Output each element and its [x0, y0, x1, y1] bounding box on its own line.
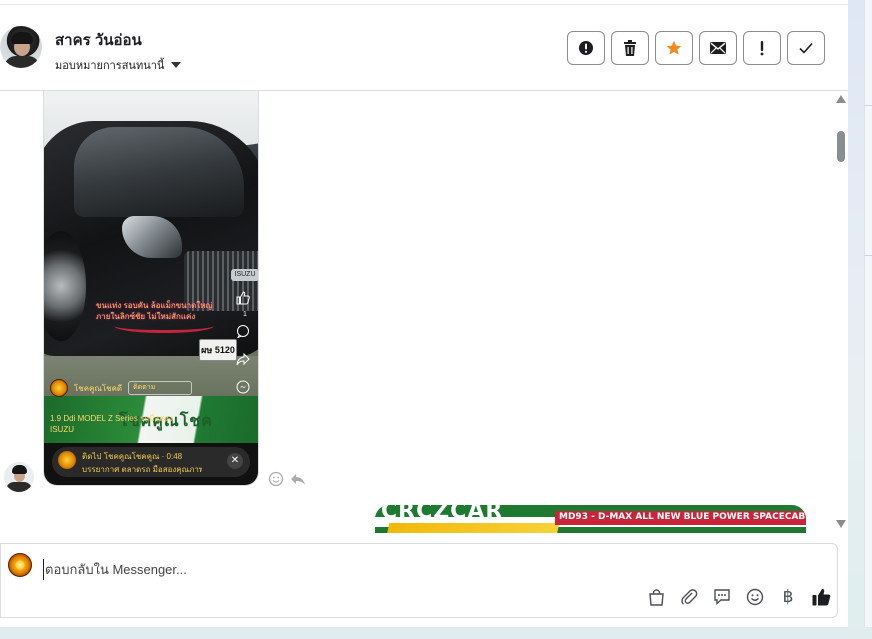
outgoing-image-attachment[interactable]: CRCZCAR MD93 - D-MAX ALL NEW BLUE POWER …	[375, 505, 806, 533]
page-avatar	[8, 553, 32, 577]
reply-icon[interactable]	[290, 471, 306, 487]
reel-page-name: โชคคูณโชคดี	[74, 383, 123, 393]
assign-conversation-dropdown[interactable]: มอบหมายการสนทนานี้	[55, 56, 182, 74]
composer-toolbar: ฿	[646, 587, 831, 607]
outgoing-image-model: MD93 - D-MAX ALL NEW BLUE POWER SPACECAB…	[559, 512, 806, 522]
envelope-icon	[710, 42, 726, 54]
right-side-panel	[848, 0, 872, 639]
scroll-thumb[interactable]	[837, 131, 845, 162]
mark-unread-button[interactable]	[699, 31, 737, 65]
page-logo-icon	[58, 451, 76, 469]
reel-description: 1.9 Ddi MODEL Z Series รถมือสอง ISUZU	[50, 414, 173, 434]
spam-button[interactable]	[567, 31, 605, 65]
header-actions	[567, 31, 825, 65]
reel-caption: ขนแท่ง รอบคัน ล้อแม็กขนาดใหญ่ ภายในลิกซ์…	[96, 301, 213, 321]
conversation-panel: สาคร วันอ่อน มอบหมายการสนทนานี้ ISUZU ผษ…	[0, 0, 848, 627]
right-panel-edge	[864, 0, 872, 627]
paperclip-icon[interactable]	[679, 587, 699, 607]
trash-icon	[624, 40, 636, 56]
follow-label: ติดตาม	[133, 384, 156, 391]
assign-label: มอบหมายการสนทนานี้	[55, 60, 165, 72]
right-panel-divider	[864, 105, 872, 106]
smiley-icon[interactable]	[268, 471, 284, 487]
star-button[interactable]	[655, 31, 693, 65]
follow-button: ติดตาม	[128, 381, 193, 395]
chat-bubble-icon[interactable]	[712, 587, 732, 607]
baht-icon[interactable]: ฿	[778, 587, 798, 607]
alert-circle-icon	[579, 41, 593, 55]
reel-side-actions: 1	[234, 291, 256, 408]
bottom-bar	[0, 627, 872, 639]
reel-page-row: โชคคูณโชคดี ติดตาม	[50, 379, 193, 397]
page-logo-icon	[50, 379, 68, 397]
reply-input[interactable]: ตอบกลับใน Messenger...	[43, 559, 187, 580]
shared-reel-attachment[interactable]: ISUZU ผษ 5120 ขนแท่ง รอบคัน ล้อแม็กขนาดใ…	[43, 91, 259, 486]
message-hover-actions	[268, 471, 306, 487]
comment-icon	[234, 324, 252, 342]
sender-avatar[interactable]	[4, 462, 34, 492]
reply-composer: ตอบกลับใน Messenger... ฿	[0, 543, 838, 618]
star-icon	[666, 40, 682, 55]
reel-footer-title: ติดไป โชคคูณโชคคูณ · 0:48	[82, 452, 183, 461]
bag-icon[interactable]	[646, 587, 666, 607]
message-list[interactable]: ISUZU ผษ 5120 ขนแท่ง รอบคัน ล้อแม็กขนาดใ…	[0, 91, 848, 533]
reel-thumbnail[interactable]: ISUZU ผษ 5120 ขนแท่ง รอบคัน ล้อแม็กขนาดใ…	[44, 91, 258, 443]
check-icon	[799, 42, 813, 54]
smiley-icon[interactable]	[745, 587, 765, 607]
reel-footer-subtitle: บรรยากาศ ตลาดรถ มือสองคุณภาพ	[82, 465, 202, 474]
exclamation-icon	[760, 41, 764, 56]
contact-avatar[interactable]	[0, 26, 42, 68]
messenger-icon	[234, 380, 252, 398]
like-count: 1	[243, 311, 247, 318]
outgoing-image-brand: CRCZCAR	[381, 505, 504, 524]
reel-footer: ติดไป โชคคูณโชคคูณ · 0:48 บรรยากาศ ตลาดร…	[44, 443, 258, 485]
delete-button[interactable]	[611, 31, 649, 65]
license-plate: ผษ 5120	[199, 339, 237, 361]
caret-down-icon	[171, 62, 182, 68]
car-badge: ISUZU	[231, 269, 258, 281]
conversation-header: สาคร วันอ่อน มอบหมายการสนทนานี้	[0, 4, 848, 91]
share-icon	[234, 352, 252, 370]
follow-up-button[interactable]	[743, 31, 781, 65]
close-icon[interactable]: ✕	[227, 453, 243, 469]
scroll-down-arrow-icon[interactable]	[836, 520, 846, 528]
thumbs-up-icon[interactable]	[811, 587, 831, 607]
contact-name[interactable]: สาคร วันอ่อน	[55, 28, 142, 52]
scroll-up-arrow-icon[interactable]	[836, 95, 846, 103]
like-icon	[234, 291, 252, 309]
message-list-scrollbar[interactable]	[834, 91, 848, 533]
mark-done-button[interactable]	[787, 31, 825, 65]
right-panel-divider	[864, 255, 872, 256]
